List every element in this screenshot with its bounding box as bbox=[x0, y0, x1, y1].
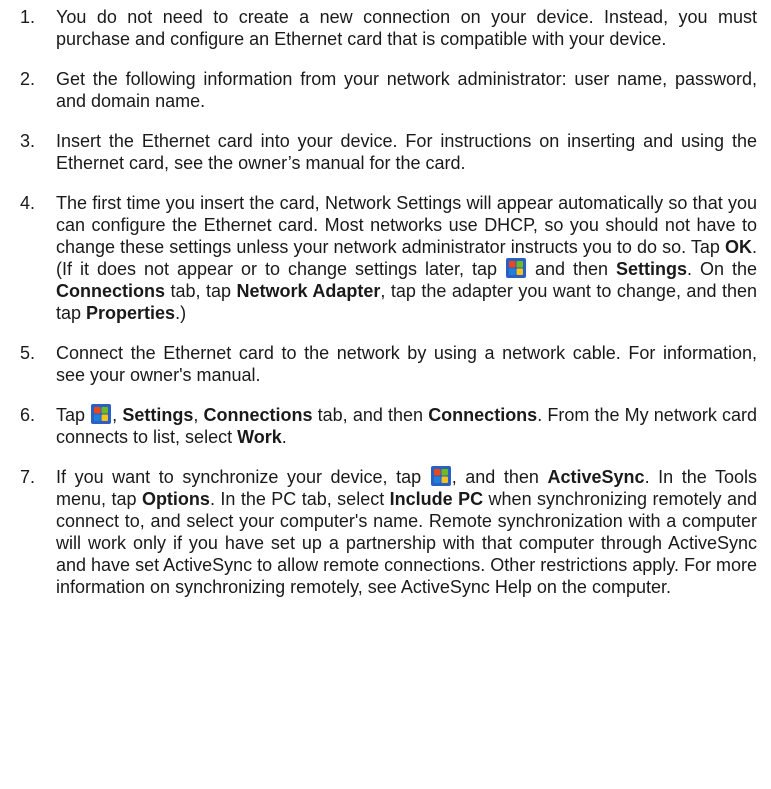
bold-ui-term: Network Adapter bbox=[236, 281, 381, 301]
bold-ui-term: Options bbox=[141, 489, 210, 509]
text-run: . On the bbox=[687, 259, 757, 279]
step-number: 2. bbox=[20, 69, 36, 89]
text-run: , and then bbox=[451, 467, 548, 487]
step-number: 5. bbox=[20, 343, 36, 363]
bold-ui-term: Connections bbox=[56, 281, 166, 301]
instruction-steps: 1. You do not need to create a new connec… bbox=[0, 6, 771, 616]
step-text: Connect the Ethernet card to the network… bbox=[56, 343, 757, 385]
bold-ui-term: Properties bbox=[86, 303, 176, 323]
step-text: Tap , Settings, Connections tab, and the… bbox=[56, 404, 757, 447]
windows-start-icon bbox=[505, 258, 526, 278]
text-run: Get the following information from your … bbox=[56, 69, 757, 111]
step-text: Get the following information from your … bbox=[56, 69, 757, 111]
windows-start-icon bbox=[91, 404, 112, 424]
text-run: .) bbox=[175, 303, 187, 323]
step-item: 4. The first time you insert the card, Ne… bbox=[0, 192, 771, 324]
step-item: 7. If you want to synchronize your device… bbox=[0, 466, 771, 598]
text-run: tab, and then bbox=[312, 405, 429, 425]
step-text: The first time you insert the card, Netw… bbox=[56, 193, 757, 323]
step-item: 2. Get the following information from you… bbox=[0, 68, 771, 112]
text-run: . bbox=[281, 427, 287, 447]
text-run: The first time you insert the card, Netw… bbox=[56, 193, 757, 257]
text-run: Insert the Ethernet card into your devic… bbox=[56, 131, 757, 173]
text-run: You do not need to create a new connecti… bbox=[56, 7, 757, 49]
text-run: . In the PC tab, select bbox=[209, 489, 390, 509]
step-item: 3. Insert the Ethernet card into your dev… bbox=[0, 130, 771, 174]
step-text: Insert the Ethernet card into your devic… bbox=[56, 131, 757, 173]
text-run: Connect the Ethernet card to the network… bbox=[56, 343, 757, 385]
step-item: 5. Connect the Ethernet card to the netwo… bbox=[0, 342, 771, 386]
bold-ui-term: Settings bbox=[615, 259, 687, 279]
text-run: tab, tap bbox=[165, 281, 237, 301]
step-number: 6. bbox=[20, 405, 36, 425]
bold-ui-term: Settings bbox=[122, 405, 194, 425]
windows-start-icon bbox=[430, 466, 451, 486]
bold-ui-term: Work bbox=[237, 427, 282, 447]
bold-ui-term: Connections bbox=[203, 405, 313, 425]
bold-ui-term: ActiveSync bbox=[547, 467, 645, 487]
bold-ui-term: Connections bbox=[428, 405, 538, 425]
text-run: Tap bbox=[56, 405, 91, 425]
step-text: You do not need to create a new connecti… bbox=[56, 7, 757, 49]
text-run: and then bbox=[526, 259, 616, 279]
bold-ui-term: OK bbox=[724, 237, 752, 257]
step-number: 1. bbox=[20, 7, 36, 27]
text-run: , bbox=[112, 405, 123, 425]
step-text: If you want to synchronize your device, … bbox=[56, 466, 757, 597]
step-number: 7. bbox=[20, 467, 36, 487]
step-number: 4. bbox=[20, 193, 36, 213]
text-run: , bbox=[193, 405, 204, 425]
bold-ui-term: Include PC bbox=[389, 489, 484, 509]
text-run: If you want to synchronize your device, … bbox=[56, 467, 430, 487]
step-number: 3. bbox=[20, 131, 36, 151]
step-item: 6. Tap , Settings, Connections tab, and t… bbox=[0, 404, 771, 448]
step-item: 1. You do not need to create a new connec… bbox=[0, 6, 771, 50]
